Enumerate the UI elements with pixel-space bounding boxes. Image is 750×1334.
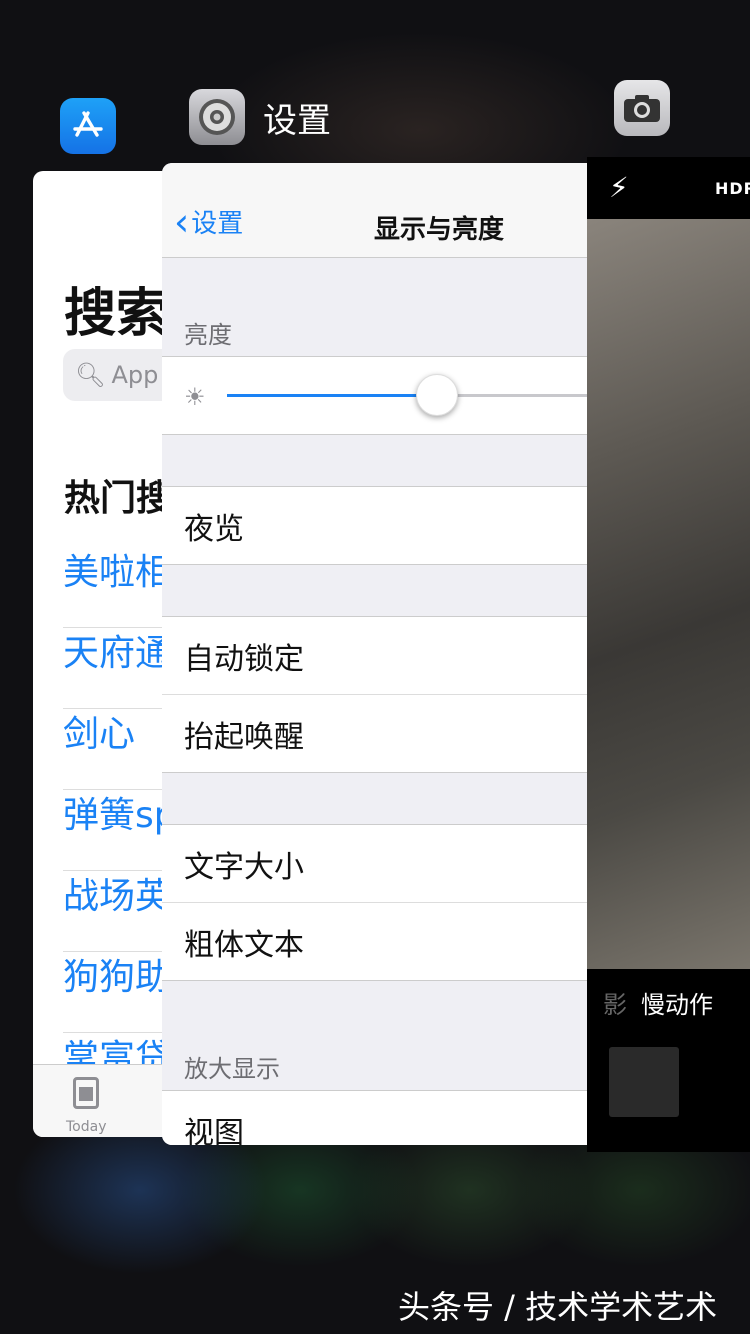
flash-icon[interactable]: ⚡︎	[609, 171, 629, 204]
settings-app-label[interactable]: 设置	[189, 89, 331, 145]
camera-card[interactable]: ⚡︎ HDR 影慢动作	[587, 157, 750, 1152]
hdr-button[interactable]: HDR	[715, 179, 750, 198]
text-group: 文字大小 粗体文本	[162, 824, 587, 981]
sun-icon: ☀︎	[184, 383, 206, 411]
camera-icon	[614, 80, 670, 136]
brightness-slider-thumb[interactable]	[415, 374, 458, 416]
text-size-label: 文字大小	[184, 849, 304, 885]
watermark: 头条号 / 技术学术艺术	[398, 1288, 718, 1326]
last-photo-thumbnail[interactable]	[609, 1047, 679, 1117]
auto-lock-label: 自动锁定	[184, 641, 304, 677]
camera-mode-current[interactable]: 慢动作	[641, 991, 713, 1019]
bold-text-label: 粗体文本	[184, 927, 304, 963]
search-heading: 搜索	[64, 284, 169, 344]
navigation-bar: ‹ 设置 显示与亮度	[162, 163, 587, 258]
app-store-label[interactable]	[60, 98, 116, 154]
back-button[interactable]: ‹ 设置	[174, 199, 244, 244]
brightness-section-header: 亮度	[184, 321, 232, 349]
brightness-slider[interactable]	[227, 394, 587, 397]
night-shift-label: 夜览	[184, 511, 244, 547]
settings-card[interactable]: ‹ 设置 显示与亮度 亮度 ☀︎ 夜览 自动锁定 抬起唤醒 文字大小 粗体文本 …	[162, 163, 587, 1145]
zoom-section-header: 放大显示	[184, 1055, 280, 1083]
raise-to-wake-label: 抬起唤醒	[184, 719, 304, 755]
app-store-icon	[60, 98, 116, 154]
bold-text-row[interactable]: 粗体文本	[162, 902, 587, 980]
raise-to-wake-row[interactable]: 抬起唤醒	[162, 694, 587, 772]
camera-app-label[interactable]	[614, 80, 670, 136]
text-size-row[interactable]: 文字大小	[162, 825, 587, 902]
zoom-group: 视图	[162, 1090, 587, 1145]
settings-gear-icon	[189, 89, 245, 145]
camera-mode-prev[interactable]: 影	[603, 991, 627, 1019]
search-icon: 🔍︎	[75, 361, 106, 389]
page-title: 显示与亮度	[374, 215, 505, 245]
settings-app-title: 设置	[263, 100, 331, 141]
hot-search-heading: 热门搜	[64, 478, 173, 519]
back-label: 设置	[191, 209, 244, 239]
tab-today[interactable]: Today	[66, 1119, 107, 1135]
chevron-left-icon: ‹	[174, 199, 190, 244]
brightness-group: ☀︎	[162, 356, 587, 435]
brightness-slider-row: ☀︎	[162, 357, 587, 434]
view-label: 视图	[184, 1115, 244, 1146]
lock-group: 自动锁定 抬起唤醒	[162, 616, 587, 773]
night-shift-row[interactable]: 夜览	[162, 487, 587, 564]
camera-top-bar: ⚡︎ HDR	[587, 157, 750, 219]
camera-mode-selector[interactable]: 影慢动作	[603, 985, 713, 1020]
auto-lock-row[interactable]: 自动锁定	[162, 617, 587, 694]
today-icon[interactable]	[73, 1077, 99, 1109]
view-row[interactable]: 视图	[162, 1091, 587, 1146]
night-shift-group: 夜览	[162, 486, 587, 565]
brightness-slider-fill	[227, 394, 436, 397]
camera-viewfinder	[587, 219, 750, 969]
